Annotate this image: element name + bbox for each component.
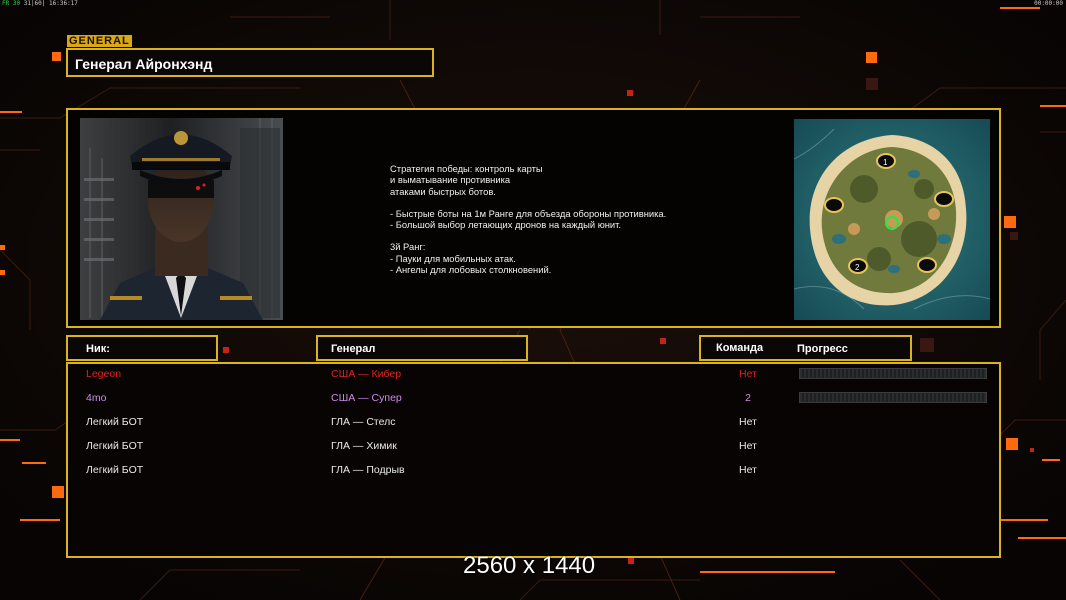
- player-nick: Legeon: [86, 368, 122, 380]
- player-general: ГЛА — Химик: [331, 440, 397, 452]
- player-list: Legeon США — Кибер Нет 4mo США — Супер 2…: [66, 362, 1001, 558]
- player-general: ГЛА — Стелс: [331, 416, 396, 428]
- player-team: Нет: [739, 368, 757, 380]
- map-preview-icon[interactable]: 1 2: [794, 119, 990, 320]
- table-row: Легкий БОТ ГЛА — Химик Нет: [68, 437, 999, 457]
- map-start-1: 1: [883, 158, 888, 167]
- fps-counter: FR 30 31|60| 16:36:17: [2, 0, 78, 7]
- map-start-2: 2: [855, 263, 860, 272]
- progress-bar: [799, 368, 987, 379]
- player-team: Нет: [739, 416, 757, 428]
- player-general: ГЛА — Подрыв: [331, 464, 405, 476]
- progress-bar: [799, 392, 987, 403]
- player-nick: Легкий БОТ: [86, 416, 144, 428]
- table-row: Legeon США — Кибер Нет: [68, 365, 999, 385]
- table-row: Легкий БОТ ГЛА — Подрыв Нет: [68, 461, 999, 481]
- player-nick: Легкий БОТ: [86, 440, 144, 452]
- game-timer: 00:00:00: [1034, 0, 1063, 7]
- section-tag: GENERAL: [67, 35, 132, 47]
- player-nick: 4mo: [86, 392, 107, 404]
- general-description: Стратегия победы: контроль карты и вымат…: [390, 163, 667, 276]
- general-portrait-icon: [80, 118, 283, 320]
- player-team: Нет: [739, 464, 757, 476]
- resolution-label: 2560 x 1440: [463, 552, 596, 579]
- general-name: Генерал Айронхэнд: [75, 56, 213, 72]
- table-row: Легкий БОТ ГЛА — Стелс Нет: [68, 413, 999, 433]
- header-team-progress: Команда Прогресс: [699, 335, 912, 361]
- player-team: Нет: [739, 440, 757, 452]
- player-nick: Легкий БОТ: [86, 464, 144, 476]
- player-general: США — Супер: [331, 392, 402, 404]
- table-row: 4mo США — Супер 2: [68, 389, 999, 409]
- player-general: США — Кибер: [331, 368, 402, 380]
- general-title-box: Генерал Айронхэнд: [66, 48, 434, 77]
- player-team: 2: [745, 392, 751, 404]
- header-nick: Ник:: [66, 335, 218, 361]
- header-general: Генерал: [316, 335, 528, 361]
